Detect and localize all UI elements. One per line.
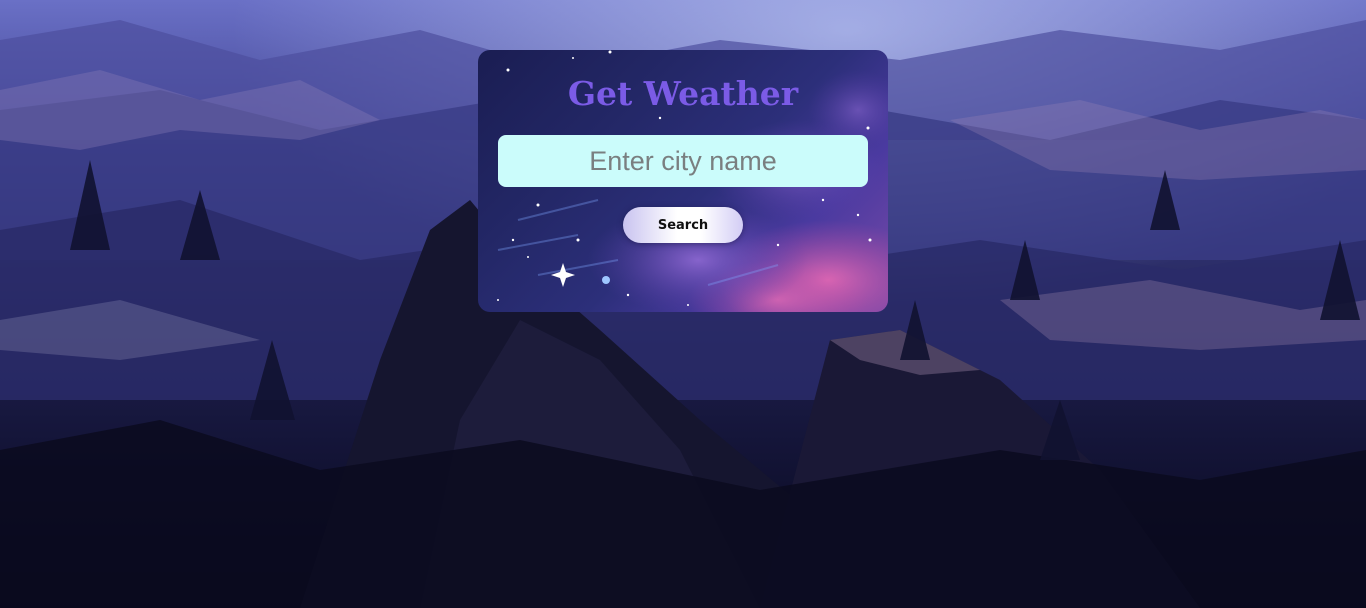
city-name-input[interactable] — [498, 135, 868, 187]
search-button[interactable]: Search — [623, 207, 743, 243]
weather-search-card: Get Weather Search — [478, 50, 888, 312]
page-title: Get Weather — [567, 74, 799, 113]
sparkle-icon — [551, 263, 575, 287]
